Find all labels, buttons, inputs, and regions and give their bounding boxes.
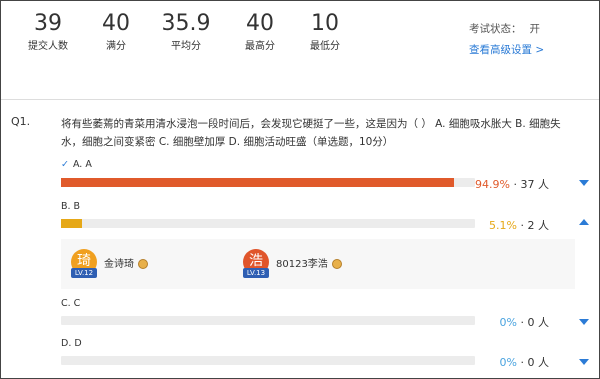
stat-label: 最高分 bbox=[245, 41, 275, 52]
option-d-bar bbox=[61, 356, 475, 365]
student-name-row: 金诗琦 bbox=[104, 255, 148, 270]
exam-status-value: 开 bbox=[529, 23, 541, 35]
separator: · bbox=[517, 219, 528, 232]
medal-icon bbox=[331, 259, 342, 269]
chevron-down-icon[interactable] bbox=[579, 319, 589, 325]
separator: · bbox=[517, 316, 528, 329]
option-count: 0 人 bbox=[527, 356, 550, 369]
medal-icon bbox=[138, 259, 148, 269]
stat-submitted: 39 提交人数 bbox=[13, 9, 83, 55]
exam-status-block: 考试状态： 开 查看高级设置 > bbox=[469, 21, 559, 57]
option-b-students-panel: 琦 LV.12 金诗琦 浩 LV.13 80123李浩 bbox=[61, 239, 575, 289]
option-b-label-row: B. B bbox=[61, 201, 80, 212]
exam-status-label: 考试状态： bbox=[469, 23, 522, 35]
separator: · bbox=[510, 178, 521, 191]
chevron-down-icon[interactable] bbox=[579, 180, 589, 186]
option-a-label-row: ✓ A. A bbox=[61, 159, 92, 170]
level-badge: LV.12 bbox=[71, 268, 97, 278]
option-c-bar bbox=[61, 316, 475, 325]
stat-lowest: 10 最低分 bbox=[290, 9, 360, 55]
option-count: 37 人 bbox=[520, 178, 550, 191]
option-a-fill bbox=[61, 178, 454, 187]
option-d-stats: 0% · 0 人 bbox=[459, 354, 549, 370]
option-label: C. C bbox=[61, 298, 81, 309]
page-frame: 39 提交人数 40 满分 35.9 平均分 40 最高分 10 最低分 考试状… bbox=[0, 0, 600, 379]
stat-highest: 40 最高分 bbox=[225, 9, 295, 55]
student-name-row: 80123李浩 bbox=[276, 255, 342, 270]
option-count: 0 人 bbox=[527, 316, 550, 329]
chevron-down-icon[interactable] bbox=[579, 359, 589, 365]
stat-full-score: 40 满分 bbox=[81, 9, 151, 55]
chevron-up-icon[interactable] bbox=[579, 219, 589, 225]
question-number: Q1. bbox=[11, 115, 31, 128]
option-count: 2 人 bbox=[527, 219, 550, 232]
stat-value: 40 bbox=[102, 11, 130, 36]
stat-value: 39 bbox=[34, 11, 62, 36]
option-b-bar bbox=[61, 219, 475, 228]
option-d-label-row: D. D bbox=[61, 338, 82, 349]
stat-value: 40 bbox=[246, 11, 274, 36]
level-badge: LV.13 bbox=[243, 268, 269, 278]
check-icon: ✓ bbox=[61, 159, 69, 170]
stat-label: 满分 bbox=[106, 41, 126, 52]
option-label: A. A bbox=[72, 159, 92, 170]
stat-label: 平均分 bbox=[171, 41, 201, 52]
stat-label: 最低分 bbox=[310, 41, 340, 52]
option-c-stats: 0% · 0 人 bbox=[459, 314, 549, 330]
option-a-bar bbox=[61, 178, 475, 187]
option-label: B. B bbox=[61, 201, 81, 212]
student-name: 金诗琦 bbox=[104, 259, 134, 270]
option-percent: 0% bbox=[499, 356, 517, 369]
exam-status: 考试状态： 开 bbox=[469, 21, 559, 36]
option-b-stats: 5.1% · 2 人 bbox=[459, 217, 549, 233]
option-label: D. D bbox=[61, 338, 82, 349]
question-text: 将有些萎蔫的青菜用清水浸泡一段时间后，会发现它硬挺了一些，这是因为（ ） A. … bbox=[61, 118, 561, 148]
stat-value: 10 bbox=[311, 11, 339, 36]
option-percent: 5.1% bbox=[489, 219, 517, 232]
stats-summary: 39 提交人数 40 满分 35.9 平均分 40 最高分 10 最低分 考试状… bbox=[1, 9, 599, 100]
option-percent: 0% bbox=[499, 316, 517, 329]
option-percent: 94.9% bbox=[475, 178, 510, 191]
option-c-label-row: C. C bbox=[61, 298, 80, 309]
separator: · bbox=[517, 356, 528, 369]
stat-value: 35.9 bbox=[161, 11, 211, 36]
advanced-settings-link[interactable]: 查看高级设置 > bbox=[469, 42, 559, 57]
option-b-fill bbox=[61, 219, 83, 228]
stat-average: 35.9 平均分 bbox=[151, 9, 221, 55]
stat-label: 提交人数 bbox=[28, 41, 68, 52]
student-name: 80123李浩 bbox=[276, 259, 328, 270]
option-a-stats: 94.9% · 37 人 bbox=[459, 176, 549, 192]
